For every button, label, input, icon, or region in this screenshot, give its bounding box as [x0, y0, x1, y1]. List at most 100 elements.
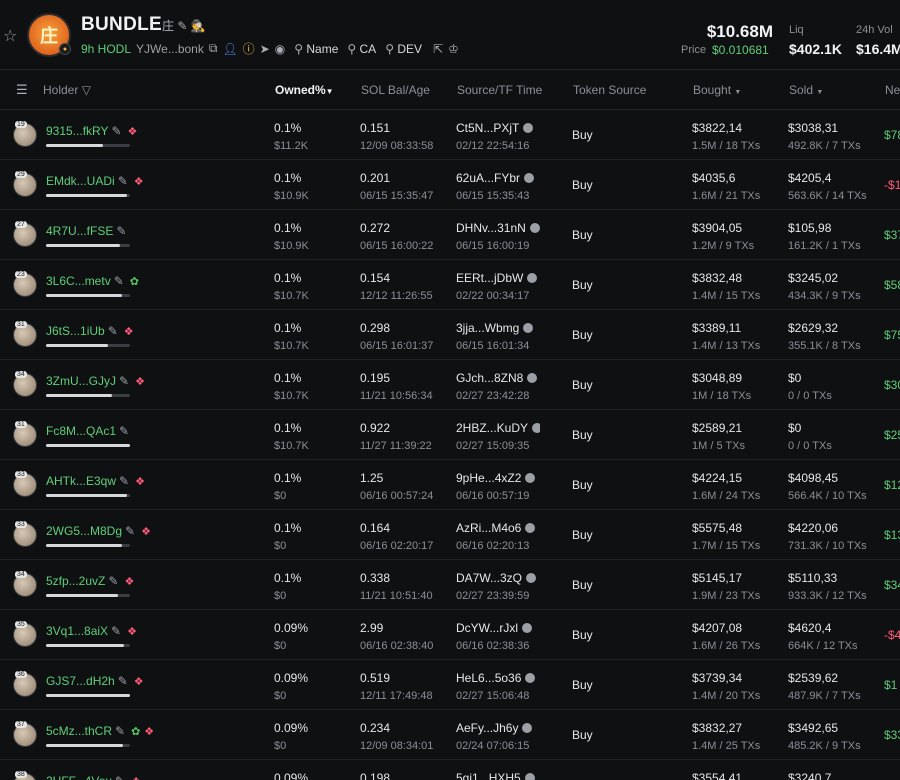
edit-icon[interactable]: ✎: [116, 224, 126, 238]
sort-desc-icon: ▼: [325, 87, 334, 96]
table-row[interactable]: 382HFF...4Vou✎❖0.09%$00.1985gj1...HXH5Bu…: [0, 760, 900, 780]
holder-address[interactable]: 4R7U...fFSE ✎: [46, 224, 126, 238]
source-cell[interactable]: 9pHe...4xZ2 06/16 00:57:19: [456, 471, 540, 502]
col-sol[interactable]: SOL Bal/Age: [361, 83, 430, 97]
sol-cell: 0.298 06/15 16:01:37: [360, 321, 434, 352]
holder-address[interactable]: Fc8M...QAc1 ✎: [46, 424, 129, 438]
table-row[interactable]: 34 3ZmU...GJyJ ✎ ❖ 0.1% $10.7K 0.195 11/21 10:5…: [0, 360, 900, 410]
external-link-icon[interactable]: ⇱: [433, 42, 443, 56]
source-cell[interactable]: AeFy...Jh6y 02/24 07:06:15: [456, 721, 540, 752]
col-bought[interactable]: Bought ▼: [693, 83, 741, 97]
source-cell[interactable]: 2HBZ...KuDY 02/27 15:09:35: [456, 421, 540, 452]
source-cell[interactable]: Ct5N...PXjT 02/12 22:54:16: [456, 121, 540, 152]
source-cell[interactable]: EERt...jDbW 02/22 00:34:17: [456, 271, 540, 302]
source-cell[interactable]: AzRi...M4o6 06/16 02:20:13: [456, 521, 540, 552]
sol-cell: 2.99 06/16 02:38:40: [360, 621, 434, 652]
avatar-rank: 36: [15, 671, 27, 678]
table-row[interactable]: 29 EMdk...UADi ✎ ❖ 0.1% $10.9K 0.201 06/15 15:3…: [0, 160, 900, 210]
sol-cell: 0.195 11/21 10:56:34: [360, 371, 433, 402]
coin-icon[interactable]: ◉: [275, 42, 285, 56]
col-holder[interactable]: Holder ▽: [43, 83, 91, 97]
owned-cell: 0.1% $10.9K: [274, 171, 309, 202]
source-cell[interactable]: DcYW...rJxl 06/16 02:38:36: [456, 621, 540, 652]
holder-address[interactable]: EMdk...UADi ✎ ❖: [46, 174, 144, 188]
table-row[interactable]: 19 9315...fkRY ✎ ❖ 0.1% $11.2K 0.151 12/09 08:3…: [0, 110, 900, 160]
holder-address[interactable]: 2WG5...M8Dg ✎ ❖: [46, 524, 151, 538]
holder-address[interactable]: 2HFF...4Vou✎❖: [46, 774, 141, 780]
holder-address[interactable]: GJS7...dH2h ✎ ❖: [46, 674, 144, 688]
edit-icon[interactable]: ✎: [119, 474, 129, 488]
table-row[interactable]: 23 3L6C...metv ✎ ✿ 0.1% $10.7K 0.154 12/12 11:2…: [0, 260, 900, 310]
table-row[interactable]: 31 Fc8M...QAc1 ✎ 0.1% $10.7K 0.922 11/27 11:39…: [0, 410, 900, 460]
table-row[interactable]: 36 GJS7...dH2h ✎ ❖ 0.09% $0 0.519 12/11 17:49:4…: [0, 660, 900, 710]
crown-icon[interactable]: ♔: [448, 42, 459, 56]
holder-address[interactable]: 5zfp...2uvZ ✎ ❖: [46, 574, 134, 588]
col-sold[interactable]: Sold ▼: [789, 83, 823, 97]
copy-icon[interactable]: ⧉: [209, 41, 218, 56]
holding-bar: [46, 694, 130, 697]
holding-bar: [46, 744, 130, 747]
edit-icon[interactable]: ✎: [125, 524, 135, 538]
col-token-source[interactable]: Token Source: [573, 83, 646, 97]
holding-bar: [46, 244, 130, 247]
source-cell[interactable]: 3jja...Wbmg 06/15 16:01:34: [456, 321, 540, 352]
source-cell[interactable]: 62uA...FYbr 06/15 15:35:43: [456, 171, 540, 202]
edit-icon[interactable]: ✎: [111, 124, 121, 138]
warning-icon[interactable]: ⓘ: [243, 40, 255, 57]
edit-icon[interactable]: ✎: [119, 424, 129, 438]
holder-address[interactable]: 9315...fkRY ✎ ❖: [46, 124, 137, 138]
sold-cell: $4220,06 731.3K / 10 TXs: [788, 521, 867, 552]
holding-bar: [46, 444, 130, 447]
user-icon[interactable]: 👤︎: [222, 42, 237, 56]
table-row[interactable]: 34 5zfp...2uvZ ✎ ❖ 0.1% $0 0.338 11/21 10:51:40…: [0, 560, 900, 610]
bought-cell: $3832,27 1.4M / 25 TXs: [692, 721, 761, 752]
edit-icon[interactable]: ✎: [114, 274, 124, 288]
table-row[interactable]: 31 J6tS...1iUb ✎ ❖ 0.1% $10.7K 0.298 06/15 16:0…: [0, 310, 900, 360]
col-source[interactable]: Source/TF Time: [457, 83, 542, 97]
bought-cell: $5575,48 1.7M / 15 TXs: [692, 521, 761, 552]
holder-address[interactable]: 3L6C...metv ✎ ✿: [46, 274, 139, 288]
holder-address[interactable]: 3Vq1...8aiX ✎ ❖: [46, 624, 137, 638]
col-net[interactable]: Ne: [885, 83, 900, 97]
holding-bar: [46, 194, 130, 197]
search-ca-button[interactable]: ⚲ CA: [347, 42, 376, 56]
edit-icon[interactable]: ✎: [111, 624, 121, 638]
table-row[interactable]: 33 AHTk...E3qw ✎ ❖ 0.1% $0 1.25 06/16 00:57:24 9…: [0, 460, 900, 510]
favorite-star-icon[interactable]: ☆: [3, 26, 17, 46]
owned-cell: 0.1% $10.9K: [274, 221, 309, 252]
edit-icon[interactable]: ✎: [115, 724, 125, 738]
settings-sliders-icon[interactable]: ☰: [16, 82, 28, 98]
edit-icon[interactable]: ✎: [118, 174, 128, 188]
contract-address[interactable]: YJWe...bonk: [136, 42, 204, 56]
search-name-button[interactable]: ⚲ Name: [294, 42, 338, 56]
stack-icon: ❖: [133, 676, 144, 688]
avatar-rank: 23: [15, 271, 27, 278]
source-icon: [524, 773, 535, 780]
holder-address[interactable]: J6tS...1iUb ✎ ❖: [46, 324, 134, 338]
table-row[interactable]: 33 2WG5...M8Dg ✎ ❖ 0.1% $0 0.164 06/16 02:20:17…: [0, 510, 900, 560]
source-cell[interactable]: DHNv...31nN 06/15 16:00:19: [456, 221, 540, 252]
edit-icon[interactable]: ✎: [115, 774, 125, 780]
source-cell[interactable]: DA7W...3zQ 02/27 23:39:59: [456, 571, 540, 602]
edit-icon[interactable]: ✎: [119, 374, 129, 388]
table-row[interactable]: 35 3Vq1...8aiX ✎ ❖ 0.09% $0 2.99 06/16 02:38:40…: [0, 610, 900, 660]
search-dev-button[interactable]: ⚲ DEV: [385, 42, 422, 56]
col-owned[interactable]: Owned%▼: [275, 83, 334, 97]
table-row[interactable]: 37 5cMz...thCR ✎ ✿ ❖ 0.09% $0 0.234 12/09 08:34:…: [0, 710, 900, 760]
table-row[interactable]: 27 4R7U...fFSE ✎ 0.1% $10.9K 0.272 06/15 16:00…: [0, 210, 900, 260]
holder-address[interactable]: 3ZmU...GJyJ ✎ ❖: [46, 374, 145, 388]
source-cell[interactable]: 5gj1...HXH5: [456, 771, 540, 780]
source-cell[interactable]: HeL6...5o36 02/27 15:06:48: [456, 671, 540, 702]
holder-address[interactable]: AHTk...E3qw ✎ ❖: [46, 474, 145, 488]
avatar-rank: 38: [15, 771, 27, 778]
token-name: BUNDLE: [81, 14, 162, 35]
owned-cell: 0.1% $10.7K: [274, 271, 309, 302]
edit-icon[interactable]: ✎: [108, 574, 118, 588]
telegram-icon[interactable]: ➤: [260, 42, 270, 56]
edit-icon[interactable]: ✎: [118, 674, 128, 688]
source-cell[interactable]: GJch...8ZN8 02/27 23:42:28: [456, 371, 540, 402]
sol-cell: 0.198: [360, 771, 391, 780]
filter-funnel-icon[interactable]: ▽: [82, 83, 91, 97]
holder-address[interactable]: 5cMz...thCR ✎ ✿ ❖: [46, 724, 154, 738]
edit-icon[interactable]: ✎: [108, 324, 118, 338]
